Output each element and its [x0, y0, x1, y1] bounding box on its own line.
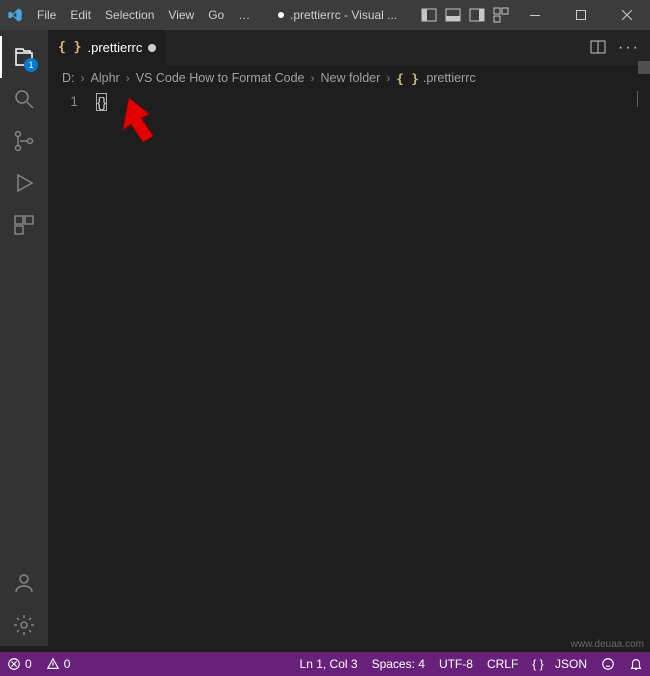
- status-indentation[interactable]: Spaces: 4: [365, 652, 432, 676]
- status-cursor-position[interactable]: Ln 1, Col 3: [293, 652, 365, 676]
- menu-view[interactable]: View: [161, 0, 201, 30]
- explorer-badge: 1: [24, 58, 38, 72]
- titlebar: File Edit Selection View Go … .prettierr…: [0, 0, 650, 30]
- activity-run-debug[interactable]: [0, 162, 48, 204]
- menu-go[interactable]: Go: [201, 0, 231, 30]
- customize-layout-icon[interactable]: [490, 4, 512, 26]
- crumb-drive[interactable]: D:: [62, 71, 75, 85]
- crumb-file[interactable]: { } .prettierrc: [396, 71, 475, 86]
- status-warnings[interactable]: 0: [39, 652, 78, 676]
- split-editor-icon[interactable]: [590, 39, 606, 57]
- tab-label: .prettierrc: [87, 40, 142, 55]
- chevron-right-icon: ›: [81, 71, 85, 85]
- minimize-button[interactable]: [512, 0, 558, 30]
- watermark: www.deuaa.com: [571, 639, 644, 650]
- json-file-icon: { }: [396, 71, 419, 86]
- status-feedback-icon[interactable]: [594, 652, 622, 676]
- chevron-right-icon: ›: [126, 71, 130, 85]
- chevron-right-icon: ›: [386, 71, 390, 85]
- json-file-icon: { }: [58, 40, 81, 55]
- activity-settings[interactable]: [0, 604, 48, 646]
- breadcrumb[interactable]: D: › Alphr › VS Code How to Format Code …: [48, 65, 650, 91]
- more-actions-icon[interactable]: ···: [618, 39, 640, 57]
- status-errors[interactable]: 0: [0, 652, 39, 676]
- minimap-icon: [637, 91, 638, 107]
- activity-accounts[interactable]: [0, 562, 48, 604]
- window-title-text: .prettierrc - Visual ...: [290, 8, 397, 22]
- close-button[interactable]: [604, 0, 650, 30]
- status-bar: 0 0 Ln 1, Col 3 Spaces: 4 UTF-8 CRLF { }…: [0, 652, 650, 676]
- line-number: 1: [48, 93, 78, 109]
- line-gutter: 1: [48, 91, 96, 646]
- main-area: 1 { } .prettierrc: [0, 30, 650, 646]
- crumb-file-label: .prettierrc: [423, 71, 476, 85]
- layout-controls: [418, 4, 512, 26]
- crumb-2[interactable]: VS Code How to Format Code: [136, 71, 305, 85]
- braces-icon: { }: [532, 657, 543, 671]
- code-content[interactable]: {}: [96, 91, 650, 646]
- activity-extensions[interactable]: [0, 204, 48, 246]
- window-controls: [512, 0, 650, 30]
- status-language[interactable]: { } JSON: [525, 652, 594, 676]
- vertical-scrollbar[interactable]: [638, 61, 650, 74]
- tab-bar: { } .prettierrc ···: [48, 30, 650, 65]
- status-language-label: JSON: [555, 657, 587, 671]
- status-notifications-icon[interactable]: [622, 652, 650, 676]
- activity-search[interactable]: [0, 78, 48, 120]
- activity-source-control[interactable]: [0, 120, 48, 162]
- activity-explorer[interactable]: 1: [0, 36, 48, 78]
- tab-dirty-icon: [148, 44, 156, 52]
- menu-more[interactable]: …: [231, 0, 257, 30]
- crumb-3[interactable]: New folder: [321, 71, 381, 85]
- toggle-secondary-sidebar-icon[interactable]: [466, 4, 488, 26]
- activity-bar: 1: [0, 30, 48, 646]
- tab-prettierrc[interactable]: { } .prettierrc: [48, 30, 167, 65]
- toggle-primary-sidebar-icon[interactable]: [418, 4, 440, 26]
- code-line-1: {}: [96, 93, 107, 111]
- window-title: .prettierrc - Visual ...: [257, 8, 418, 22]
- menu-bar: File Edit Selection View Go …: [30, 0, 257, 30]
- menu-selection[interactable]: Selection: [98, 0, 161, 30]
- vscode-logo-icon: [0, 7, 30, 23]
- code-editor[interactable]: 1 {}: [48, 91, 650, 646]
- dirty-indicator-icon: [278, 12, 284, 18]
- menu-edit[interactable]: Edit: [63, 0, 98, 30]
- status-encoding[interactable]: UTF-8: [432, 652, 480, 676]
- menu-file[interactable]: File: [30, 0, 63, 30]
- chevron-right-icon: ›: [311, 71, 315, 85]
- toggle-panel-icon[interactable]: [442, 4, 464, 26]
- editor-area: { } .prettierrc ··· D: › Alphr › VS Code…: [48, 30, 650, 646]
- status-eol[interactable]: CRLF: [480, 652, 525, 676]
- status-warnings-count: 0: [64, 657, 71, 671]
- crumb-1[interactable]: Alphr: [91, 71, 120, 85]
- status-errors-count: 0: [25, 657, 32, 671]
- maximize-button[interactable]: [558, 0, 604, 30]
